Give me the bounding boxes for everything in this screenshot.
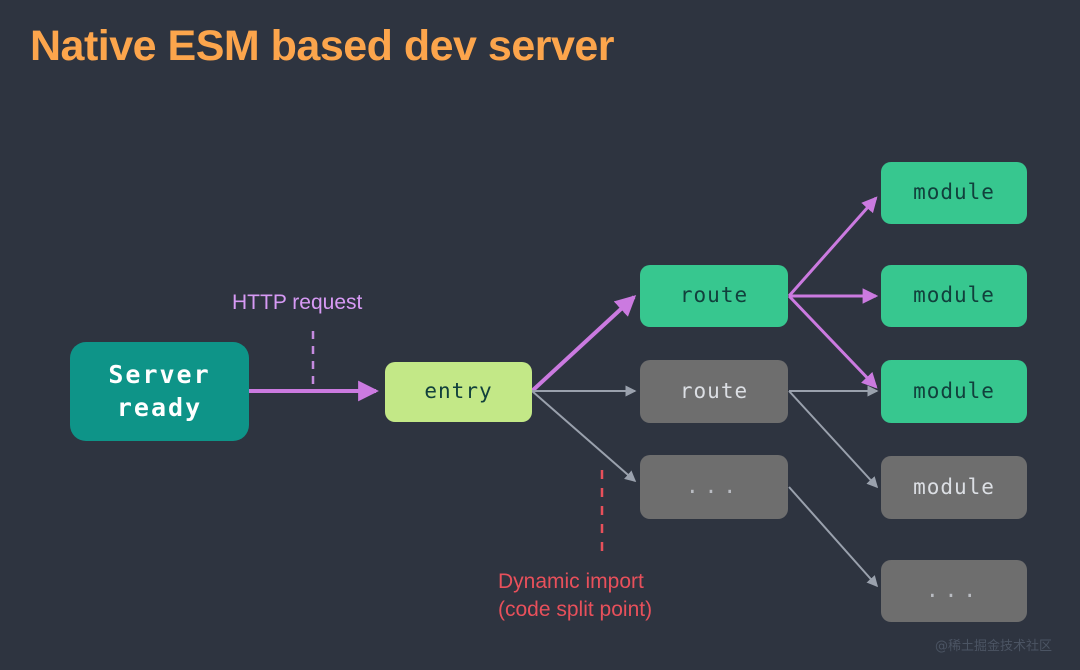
node-module-1-label: module: [913, 180, 995, 205]
node-route-dots-label: ...: [686, 474, 742, 499]
node-route-inactive[interactable]: route: [640, 360, 788, 423]
dynamic-import-label: Dynamic import (code split point): [498, 568, 652, 625]
node-module-4[interactable]: module: [881, 456, 1027, 519]
node-module-3[interactable]: module: [881, 360, 1027, 423]
edge-route-to-module-1: [787, 196, 878, 297]
node-server-ready-label: Server ready: [108, 360, 211, 422]
node-entry-label: entry: [424, 379, 493, 404]
node-module-dots[interactable]: ...: [881, 560, 1027, 622]
edge-route-to-module-3: [787, 294, 878, 389]
node-module-1[interactable]: module: [881, 162, 1027, 224]
node-module-3-label: module: [913, 378, 995, 403]
page-title: Native ESM based dev server: [30, 22, 615, 70]
dynamic-import-line-2: (code split point): [498, 598, 653, 622]
edge-entry-to-route-dots: [531, 390, 637, 483]
edge-route-dots-to-module-dots: [788, 486, 879, 588]
node-route-dots[interactable]: ...: [640, 455, 788, 519]
node-module-4-label: module: [913, 474, 995, 499]
diagram-canvas: Native ESM based dev server HTTP request…: [0, 0, 1080, 670]
node-server-ready[interactable]: Server ready: [70, 342, 249, 441]
http-request-label: HTTP request: [232, 291, 363, 314]
edge-entry-to-route-active: [530, 295, 637, 393]
node-module-2[interactable]: module: [881, 265, 1027, 327]
node-route-active[interactable]: route: [640, 265, 788, 327]
node-route-inactive-label: route: [679, 378, 749, 403]
node-route-active-label: route: [679, 283, 749, 308]
watermark: @稀土掘金技术社区: [934, 639, 1052, 654]
node-module-dots-label: ...: [926, 578, 982, 603]
dynamic-import-line-1: Dynamic import: [498, 570, 644, 593]
node-module-2-label: module: [913, 283, 995, 308]
edge-route-inactive-to-module-4: [788, 390, 879, 489]
node-entry[interactable]: entry: [385, 362, 532, 422]
